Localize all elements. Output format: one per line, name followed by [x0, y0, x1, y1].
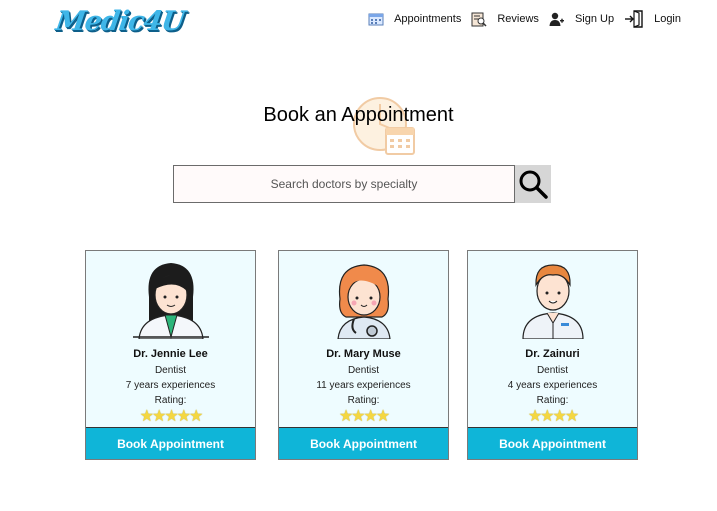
rating-label: Rating: [536, 395, 569, 406]
doctor-specialty: Dentist [154, 365, 187, 376]
male-doctor-avatar-icon [521, 264, 584, 339]
nav-item-reviews[interactable]: Reviews [471, 12, 539, 27]
doctor-avatar [86, 257, 255, 339]
nav-label-reviews: Reviews [497, 13, 539, 25]
nav-item-signup[interactable]: Sign Up [549, 12, 614, 27]
female-doctor-stethoscope-avatar-icon [336, 264, 391, 339]
rating-stars: ★★★★ [338, 408, 390, 425]
nav-item-login[interactable]: Login [624, 10, 681, 28]
user-add-icon [549, 12, 564, 26]
login-door-icon [625, 10, 643, 28]
search-bar [173, 165, 551, 203]
doctor-name: Dr. Zainuri [525, 348, 580, 360]
doctor-card: Dr. Jennie Lee Dentist 7 years experienc… [85, 250, 256, 460]
brand-logo[interactable]: Medic4U [54, 6, 186, 40]
search-icon [519, 170, 548, 199]
search-input[interactable] [173, 165, 515, 203]
book-appointment-button[interactable]: Book Appointment [279, 427, 448, 459]
doctor-avatar [279, 257, 448, 339]
page-title: Book an Appointment [263, 104, 454, 126]
nav-label-login: Login [654, 13, 681, 25]
rating-label: Rating: [347, 395, 380, 406]
doctor-experience: 11 years experiences [316, 380, 411, 391]
book-appointment-button[interactable]: Book Appointment [468, 427, 637, 459]
rating-stars: ★★★★★ [139, 408, 204, 425]
doctor-experience: 7 years experiences [125, 380, 216, 391]
book-appointment-button[interactable]: Book Appointment [86, 427, 255, 459]
nav-label-signup: Sign Up [574, 13, 615, 25]
doctor-avatar [468, 257, 637, 339]
doctor-card: Dr. Mary Muse Dentist 11 years experienc… [278, 250, 449, 460]
doctor-specialty: Dentist [347, 365, 380, 376]
doctor-name: Dr. Mary Muse [326, 348, 401, 360]
nav-label-appointments: Appointments [394, 13, 462, 25]
rating-label: Rating: [154, 395, 187, 406]
hero: Book an Appointment [0, 94, 717, 164]
calendar-icon [368, 13, 384, 26]
review-document-icon [471, 12, 487, 27]
search-button[interactable] [515, 165, 551, 203]
doctor-specialty: Dentist [536, 365, 569, 376]
doctor-name: Dr. Jennie Lee [133, 348, 208, 360]
female-doctor-avatar-icon [132, 263, 209, 339]
logo-text: Medic4U [53, 6, 187, 37]
nav-item-appointments[interactable]: Appointments [368, 12, 461, 26]
doctor-experience: 4 years experiences [507, 380, 598, 391]
top-nav: Appointments Reviews Sign Up Login [358, 10, 681, 28]
doctor-card: Dr. Zainuri Dentist 4 years experiences … [467, 250, 638, 460]
rating-stars: ★★★★ [527, 408, 579, 425]
